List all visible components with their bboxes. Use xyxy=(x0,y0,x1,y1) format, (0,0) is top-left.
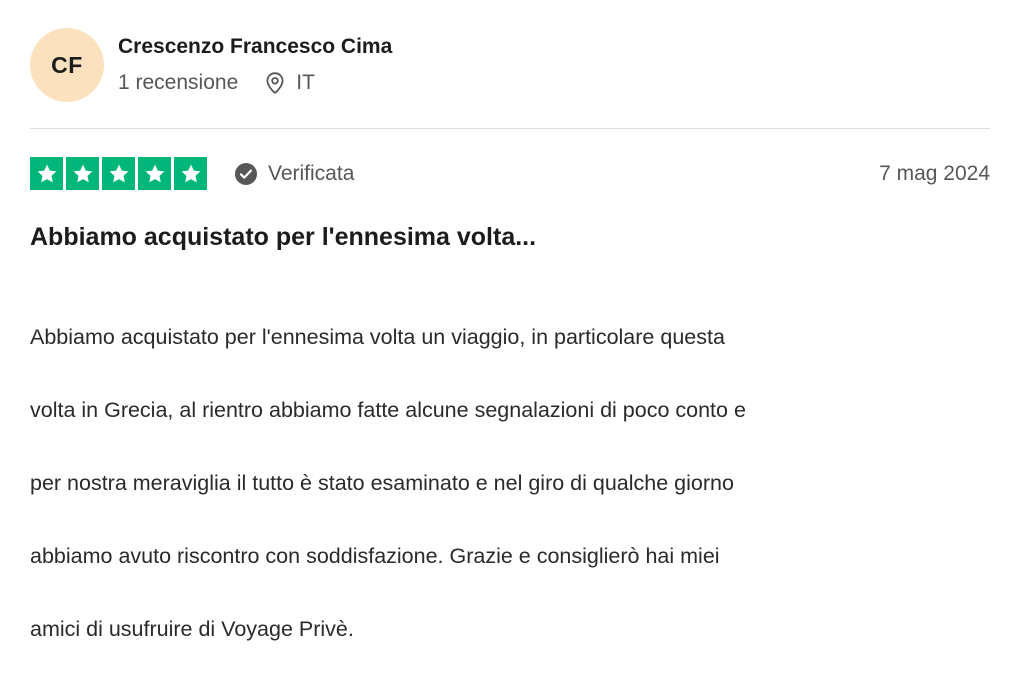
rating-row: Verificata 7 mag 2024 xyxy=(30,156,990,191)
review-body-line: per nostra meraviglia il tutto è stato e… xyxy=(30,470,734,495)
review-body-line: abbiamo avuto riscontro con soddisfazion… xyxy=(30,544,720,569)
map-pin-icon xyxy=(264,71,286,95)
review-count: 1 recensione xyxy=(118,71,239,94)
star-icon xyxy=(30,157,63,190)
star-icon xyxy=(138,157,171,190)
review-body-line: amici di usufruire di Voyage Privè. xyxy=(30,617,354,642)
verified-label: Verificata xyxy=(268,161,355,185)
avatar[interactable]: CF xyxy=(30,28,104,102)
reviewer-meta: 1 recensione IT xyxy=(118,70,392,96)
review-body: Abbiamo acquistato per l'ennesima volta … xyxy=(30,282,990,685)
reviewer-name[interactable]: Crescenzo Francesco Cima xyxy=(118,34,392,60)
star-rating xyxy=(30,157,207,190)
review-date: 7 mag 2024 xyxy=(879,161,990,185)
reviewer-location: IT xyxy=(264,70,315,96)
review-card: CF Crescenzo Francesco Cima 1 recensione… xyxy=(0,0,1024,641)
reviewer-header: CF Crescenzo Francesco Cima 1 recensione… xyxy=(30,28,392,102)
review-body-line: Abbiamo acquistato per l'ennesima volta … xyxy=(30,324,725,349)
divider xyxy=(30,128,990,129)
star-icon xyxy=(66,157,99,190)
check-circle-icon xyxy=(234,162,258,186)
verified-badge[interactable]: Verificata xyxy=(234,162,354,186)
star-icon xyxy=(174,157,207,190)
reviewer-info: Crescenzo Francesco Cima 1 recensione IT xyxy=(118,28,392,102)
review-body-line: volta in Grecia, al rientro abbiamo fatt… xyxy=(30,397,746,422)
review-title[interactable]: Abbiamo acquistato per l'ennesima volta.… xyxy=(30,220,990,254)
country-code: IT xyxy=(296,71,315,94)
star-icon xyxy=(102,157,135,190)
